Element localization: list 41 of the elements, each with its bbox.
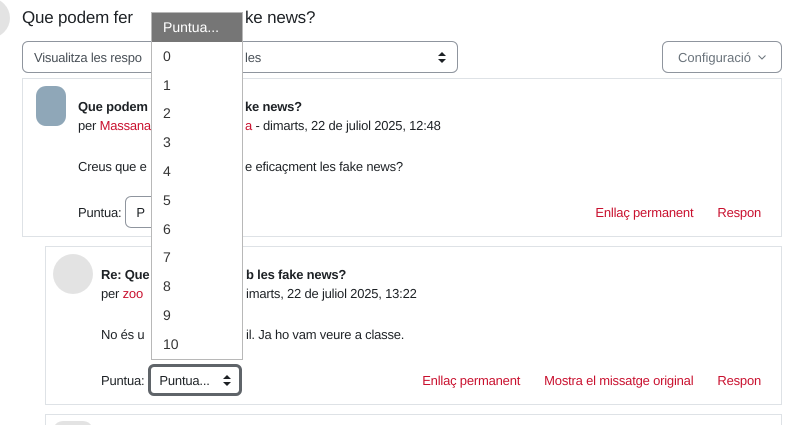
post-date: - dimarts, 22 de juliol 2025, 12:48	[254, 117, 441, 135]
post-text: No és u	[101, 327, 144, 342]
page-title: ke news?	[245, 8, 316, 28]
rating-option[interactable]: 0	[152, 42, 242, 71]
rating-select[interactable]: Puntua...	[148, 364, 242, 396]
byline-prefix: per	[101, 286, 120, 301]
chevron-down-icon	[758, 54, 766, 60]
rating-label: Puntua:	[78, 204, 122, 220]
author-link[interactable]: a	[245, 116, 252, 135]
post-text: e eficaçment les fake news?	[245, 158, 403, 176]
rating-option[interactable]: 7	[152, 243, 242, 272]
rating-option[interactable]: 9	[152, 300, 242, 330]
sort-caret-icon	[438, 52, 446, 62]
sort-caret-icon	[223, 374, 232, 386]
page-title: Que podem fer	[22, 8, 133, 27]
author-link[interactable]: Massana	[100, 118, 151, 133]
rating-option[interactable]: 6	[152, 214, 242, 244]
post-subject: ke news?	[245, 98, 302, 116]
byline-prefix: per	[78, 118, 98, 133]
post-action-link[interactable]: Enllaç permanent	[595, 204, 694, 220]
rating-option[interactable]: 8	[152, 272, 242, 301]
post-subject: Que podem	[78, 99, 148, 114]
post-subject: b les fake news?	[246, 266, 346, 284]
rating-label: Puntua:	[101, 372, 144, 388]
rating-option[interactable]: 2	[152, 99, 242, 128]
post-text: Creus que e	[78, 159, 147, 174]
rating-option[interactable]: 10	[152, 330, 242, 359]
settings-button[interactable]: Configuració	[662, 41, 782, 73]
rating-option[interactable]: 5	[152, 186, 242, 215]
post-date: imarts, 22 de juliol 2025, 13:22	[246, 285, 417, 303]
rating-option[interactable]: Puntua...	[152, 13, 242, 42]
author-link[interactable]: zoo	[122, 286, 143, 301]
post-action-link[interactable]: Mostra el missatge original	[544, 372, 694, 388]
rating-option[interactable]: 4	[152, 156, 242, 186]
post-action-link[interactable]: Enllaç permanent	[422, 372, 520, 388]
post-subject: Re: Que	[101, 267, 150, 282]
post-text: il. Ja ho vam veure a classe.	[246, 326, 404, 344]
rating-option[interactable]: 3	[152, 128, 242, 157]
post-action-link[interactable]: Respon	[717, 372, 761, 388]
post-action-link[interactable]: Respon	[717, 204, 761, 220]
rating-option[interactable]: 1	[152, 70, 242, 100]
